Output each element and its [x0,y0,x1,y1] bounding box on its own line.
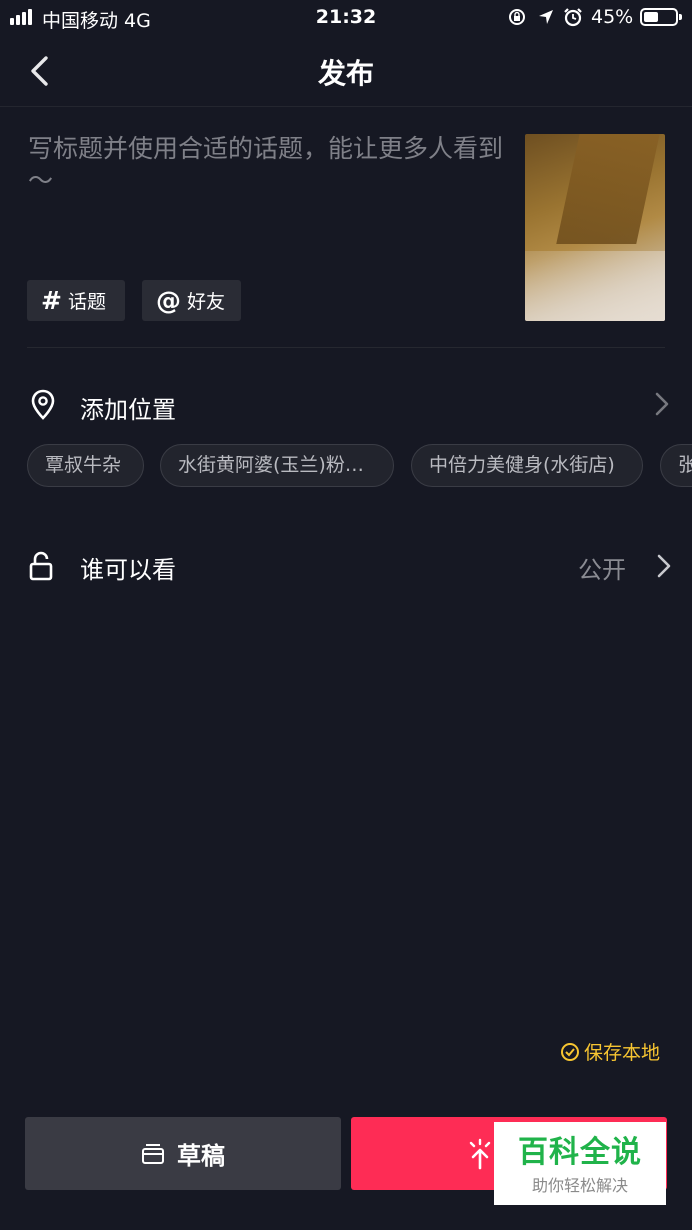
mention-friend-button[interactable]: @ 好友 [142,280,241,321]
topic-label: 话题 [67,291,106,313]
chevron-right-icon[interactable] [656,553,672,579]
at-sign-icon: @ [156,286,181,315]
location-arrow-icon [539,10,553,24]
rotation-lock-icon [509,9,525,25]
location-suggestion[interactable]: 中倍力美健身(水街店) [411,444,643,487]
section-divider [27,347,665,348]
hashtag-icon: # [41,286,62,315]
visibility-value[interactable]: 公开 [578,550,626,585]
draft-label: 草稿 [177,1142,225,1170]
watermark-subtitle: 助你轻松解决 [531,1176,628,1195]
friend-label: 好友 [187,291,226,313]
battery-percent: 45% [591,6,634,28]
chevron-right-icon[interactable] [654,391,670,417]
caption-input[interactable]: 写标题并使用合适的话题，能让更多人看到～ [28,133,508,197]
battery-icon [640,8,682,26]
unlock-icon [29,551,53,581]
draft-button[interactable]: 草稿 [25,1117,341,1190]
save-local-label: 保存本地 [584,1042,661,1064]
status-bar: 中国移动 4G 21:32 45% [0,0,692,36]
status-time: 21:32 [315,6,377,28]
location-pin-icon [31,389,55,420]
watermark-title: 百科全说 [518,1135,642,1170]
check-circle-icon [561,1042,579,1061]
topic-button[interactable]: # 话题 [27,280,125,321]
draft-box-icon [142,1143,164,1164]
header-divider [0,106,692,107]
page-title: 发布 [317,57,374,90]
save-local-toggle[interactable]: 保存本地 [560,1038,660,1065]
upload-sparkle-icon [469,1138,491,1170]
location-suggestion[interactable]: 张 [660,444,692,487]
add-location-row[interactable]: 添加位置 [80,390,176,425]
who-can-see-row[interactable]: 谁可以看 [80,550,176,585]
location-suggestion[interactable]: 覃叔牛杂 [27,444,144,487]
watermark-logo: 百科全说 助你轻松解决 [494,1122,666,1205]
location-suggestion[interactable]: 水街黄阿婆(玉兰)粉… [160,444,394,487]
alarm-icon [564,8,582,27]
video-cover-thumbnail[interactable] [525,134,665,321]
